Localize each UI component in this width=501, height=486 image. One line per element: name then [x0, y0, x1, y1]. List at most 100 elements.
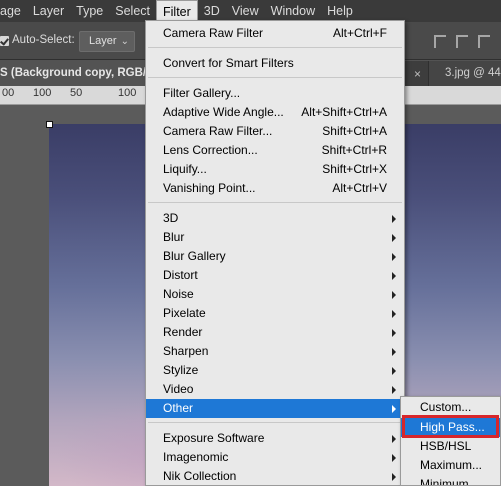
submenu-arrow-icon [392, 405, 396, 413]
align-toolbar [434, 35, 490, 48]
menu-item-label: Exposure Software [163, 431, 265, 445]
menu-item-label: 3D [163, 211, 179, 225]
ruler-label: 50 [70, 87, 83, 99]
menu-item-label: Imagenomic [163, 450, 229, 464]
auto-select-target-value: Layer [89, 35, 117, 47]
submenu-arrow-icon [392, 215, 396, 223]
menu-separator [148, 47, 402, 48]
menu-item-label: Blur [163, 230, 185, 244]
menu-view[interactable]: View [226, 0, 265, 22]
menu-item-exposure-software[interactable]: Exposure Software [146, 429, 404, 448]
submenu-arrow-icon [392, 253, 396, 261]
document-tab-active[interactable]: S (Background copy, RGB/8) [0, 61, 150, 86]
menu-bar: age Layer Type Select Filter 3D View Win… [0, 0, 501, 22]
menu-separator [148, 77, 402, 78]
ruler-label: 100 [33, 87, 52, 99]
menu-item-shortcut: Alt+Ctrl+F [332, 26, 387, 40]
menu-item-pixelate[interactable]: Pixelate [146, 304, 404, 323]
menu-item-camera-raw-filter-dialog[interactable]: Camera Raw Filter... Shift+Ctrl+A [146, 122, 404, 141]
menu-separator [148, 422, 402, 423]
menu-item-label: Pixelate [163, 306, 206, 320]
menu-item-shortcut: Shift+Ctrl+X [322, 162, 387, 176]
chevron-down-icon: ⌄ [120, 36, 129, 47]
submenu-arrow-icon [392, 291, 396, 299]
menu-item-label: Blur Gallery [163, 249, 226, 263]
menu-item-convert-smart-filters[interactable]: Convert for Smart Filters [146, 54, 404, 73]
align-vcenter-icon[interactable] [456, 35, 468, 48]
menu-item-noise[interactable]: Noise [146, 285, 404, 304]
menu-item-label: Sharpen [163, 344, 209, 358]
menu-item-adaptive-wide-angle[interactable]: Adaptive Wide Angle... Alt+Shift+Ctrl+A [146, 103, 404, 122]
submenu-item-high-pass[interactable]: High Pass... [401, 418, 500, 437]
submenu-arrow-icon [392, 348, 396, 356]
menu-item-label: Camera Raw Filter... [163, 124, 273, 138]
menu-item-label: Adaptive Wide Angle... [163, 105, 284, 119]
submenu-arrow-icon [392, 329, 396, 337]
document-tab-2[interactable]: 3.jpg @ 44 [428, 61, 501, 86]
submenu-arrow-icon [392, 272, 396, 280]
menu-item-sharpen[interactable]: Sharpen [146, 342, 404, 361]
menu-item-render[interactable]: Render [146, 323, 404, 342]
menu-window[interactable]: Window [265, 0, 321, 22]
menu-item-label: Convert for Smart Filters [163, 56, 294, 70]
submenu-arrow-icon [392, 473, 396, 481]
menu-item-label: Lens Correction... [163, 143, 258, 157]
ruler-label: 100 [118, 87, 137, 99]
menu-item-label: Render [163, 325, 203, 339]
menu-layer[interactable]: Layer [27, 0, 70, 22]
menu-filter[interactable]: Filter [156, 0, 198, 22]
ruler-label: 00 [2, 87, 15, 99]
filter-menu: Camera Raw Filter Alt+Ctrl+F Convert for… [145, 20, 405, 486]
menu-item-3d[interactable]: 3D [146, 209, 404, 228]
menu-item-camera-raw-filter[interactable]: Camera Raw Filter Alt+Ctrl+F [146, 24, 404, 43]
menu-item-video[interactable]: Video [146, 380, 404, 399]
submenu-item-custom[interactable]: Custom... [401, 398, 500, 417]
align-bottom-icon[interactable] [478, 35, 490, 48]
menu-item-lens-correction[interactable]: Lens Correction... Shift+Ctrl+R [146, 141, 404, 160]
menu-item-label: Video [163, 382, 194, 396]
menu-item-imagenomic[interactable]: Imagenomic [146, 448, 404, 467]
transform-handle[interactable] [46, 121, 53, 128]
submenu-arrow-icon [392, 386, 396, 394]
menu-item-blur[interactable]: Blur [146, 228, 404, 247]
menu-item-nik-collection[interactable]: Nik Collection [146, 467, 404, 486]
menu-item-blur-gallery[interactable]: Blur Gallery [146, 247, 404, 266]
menu-item-shortcut: Shift+Ctrl+R [321, 143, 387, 157]
menu-item-distort[interactable]: Distort [146, 266, 404, 285]
submenu-arrow-icon [392, 310, 396, 318]
menu-item-shortcut: Alt+Ctrl+V [332, 181, 387, 195]
menu-item-label: Liquify... [163, 162, 207, 176]
menu-item-label: Nik Collection [163, 469, 237, 483]
menu-help[interactable]: Help [321, 0, 359, 22]
close-icon[interactable]: × [414, 67, 421, 81]
submenu-item-minimum[interactable]: Minimum... [401, 475, 500, 485]
menu-item-label: Stylize [163, 363, 199, 377]
menu-item-label: Other [163, 401, 194, 415]
menu-item-stylize[interactable]: Stylize [146, 361, 404, 380]
auto-select-label: Auto-Select: [12, 34, 75, 46]
menu-image[interactable]: age [0, 0, 27, 22]
other-submenu: Custom... High Pass... HSB/HSL Maximum..… [400, 396, 501, 486]
menu-item-liquify[interactable]: Liquify... Shift+Ctrl+X [146, 160, 404, 179]
menu-item-vanishing-point[interactable]: Vanishing Point... Alt+Ctrl+V [146, 179, 404, 198]
menu-item-other[interactable]: Other [146, 399, 404, 418]
menu-item-shortcut: Alt+Shift+Ctrl+A [301, 105, 387, 119]
menu-item-label: Filter Gallery... [163, 86, 241, 100]
submenu-item-hsb-hsl[interactable]: HSB/HSL [401, 437, 500, 456]
menu-item-label: Vanishing Point... [163, 181, 256, 195]
menu-3d[interactable]: 3D [198, 0, 226, 22]
menu-item-label: Camera Raw Filter [163, 26, 264, 40]
menu-type[interactable]: Type [70, 0, 109, 22]
auto-select-checkbox[interactable] [0, 36, 9, 46]
menu-item-label: Noise [163, 287, 194, 301]
menu-item-filter-gallery[interactable]: Filter Gallery... [146, 84, 404, 103]
align-top-icon[interactable] [434, 35, 446, 48]
auto-select-target-dropdown[interactable]: Layer ⌄ [79, 31, 135, 52]
menu-select[interactable]: Select [109, 0, 156, 22]
menu-item-shortcut: Shift+Ctrl+A [322, 124, 387, 138]
submenu-arrow-icon [392, 435, 396, 443]
submenu-item-maximum[interactable]: Maximum... [401, 456, 500, 475]
submenu-arrow-icon [392, 454, 396, 462]
menu-separator [148, 202, 402, 203]
submenu-arrow-icon [392, 367, 396, 375]
